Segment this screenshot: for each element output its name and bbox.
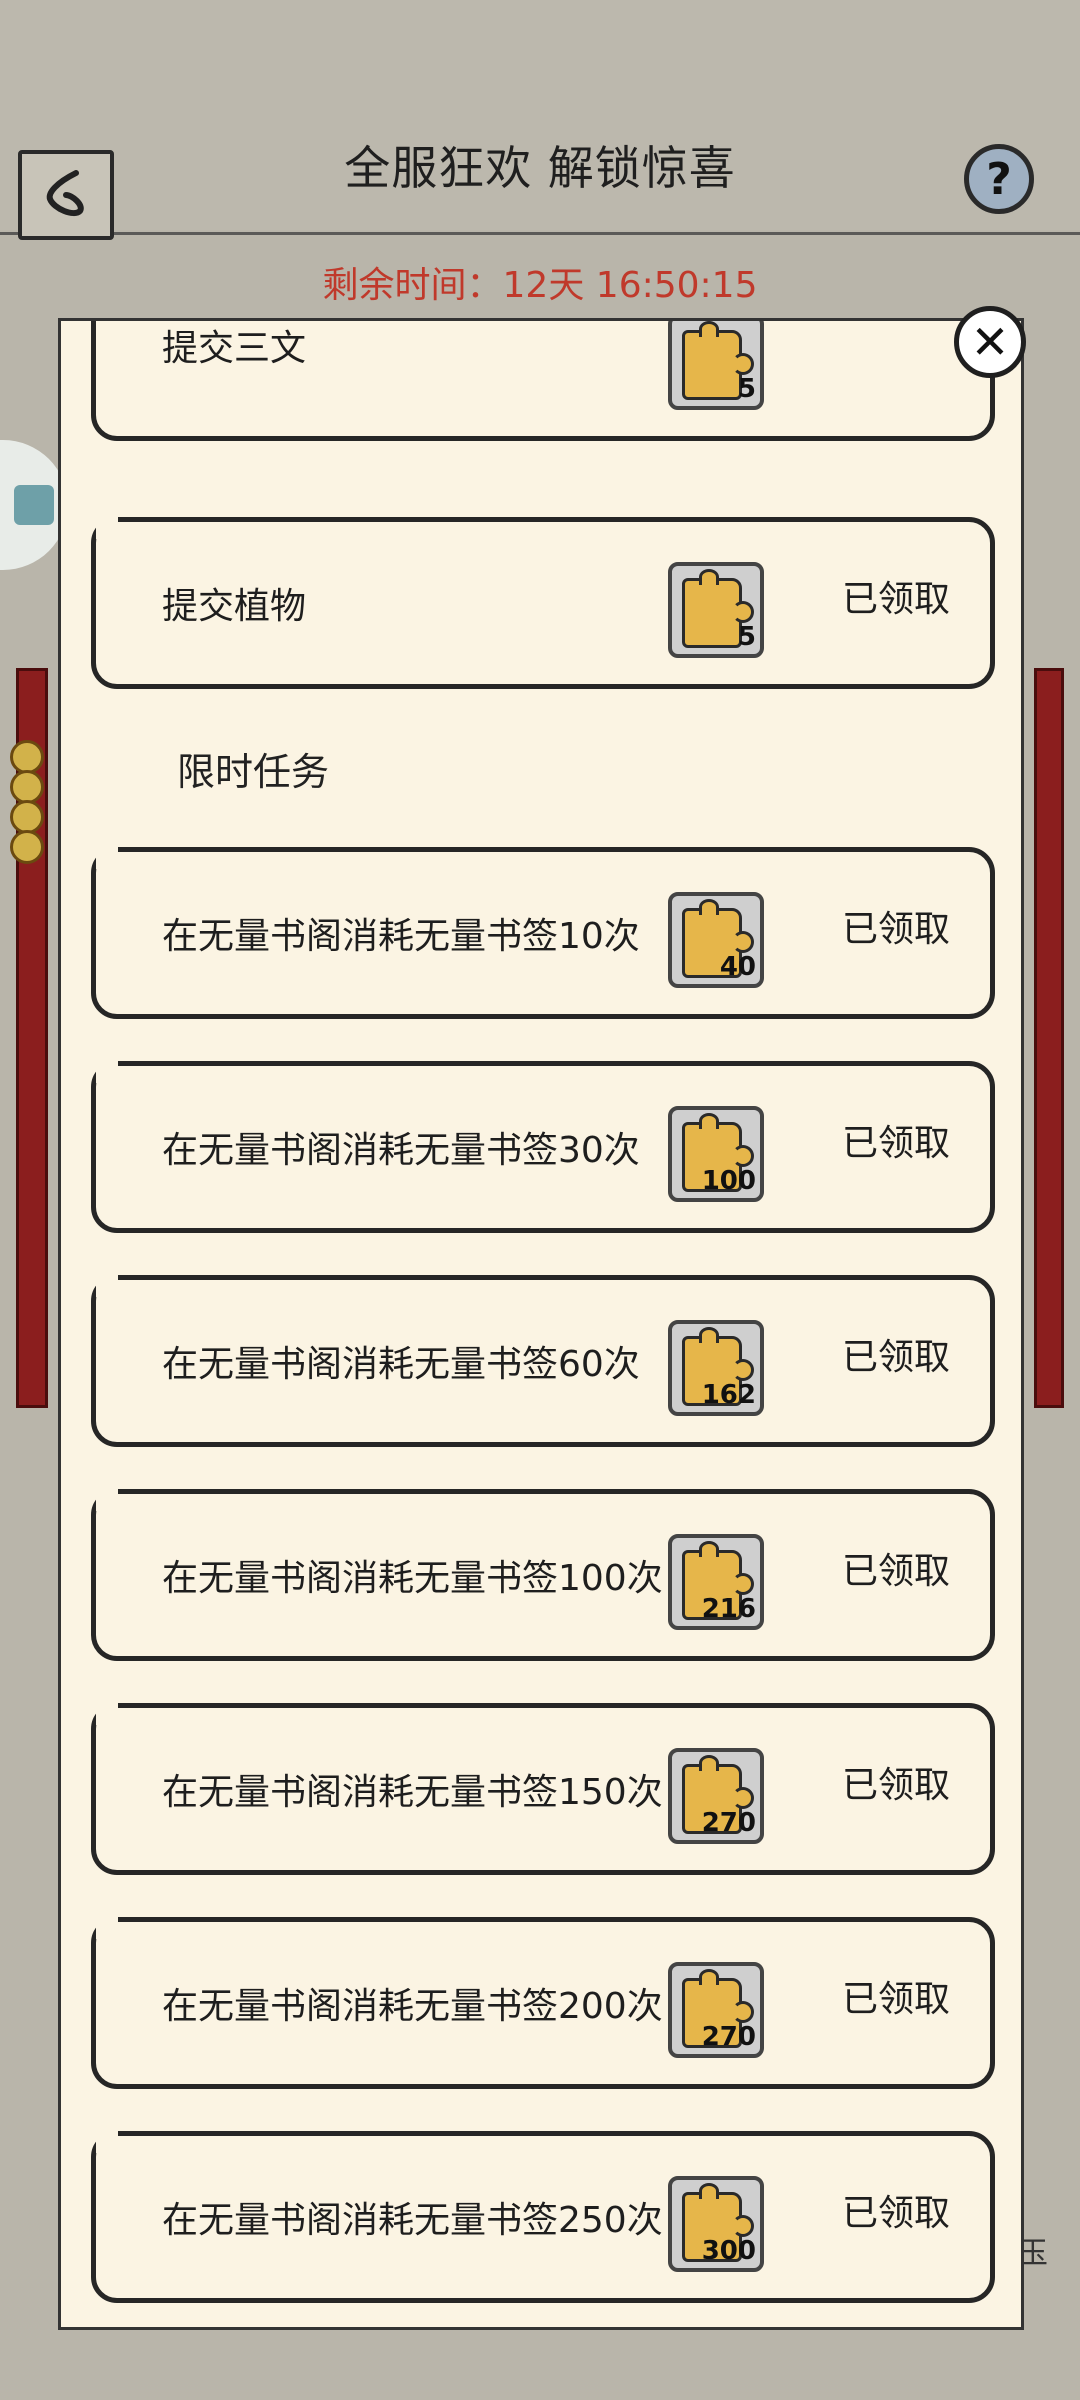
puzzle-piece-icon <box>682 321 754 400</box>
task-label: 在无量书阁消耗无量书签10次 <box>162 916 640 957</box>
reward-puzzle-icon[interactable]: 5 <box>668 562 764 658</box>
task-label: 在无量书阁消耗无量书签100次 <box>162 1558 663 1599</box>
header-divider <box>0 232 1080 235</box>
reward-puzzle-icon[interactable]: 162 <box>668 1320 764 1416</box>
right-scroll-decoration <box>1034 668 1064 1408</box>
task-card: 在无量书阁消耗无量书签30次 100 已领取 <box>91 1061 995 1233</box>
reward-quantity: 5 <box>737 374 756 404</box>
reward-quantity: 5 <box>737 622 756 652</box>
reward-puzzle-icon[interactable]: 270 <box>668 1962 764 2058</box>
claimed-status: 已领取 <box>841 909 950 950</box>
section-title-limited-tasks: 限时任务 <box>177 750 330 794</box>
coin-icon <box>10 800 44 834</box>
puzzle-piece-icon <box>682 569 754 648</box>
reward-quantity: 40 <box>719 952 756 982</box>
task-card: 在无量书阁消耗无量书签250次 300 已领取 <box>91 2131 995 2303</box>
coin-icon <box>10 770 44 804</box>
coin-icon <box>10 830 44 864</box>
reward-puzzle-icon[interactable]: 270 <box>668 1748 764 1844</box>
claimed-status: 已领取 <box>841 2193 950 2234</box>
task-label: 在无量书阁消耗无量书签150次 <box>162 1772 663 1813</box>
reward-quantity: 270 <box>701 1808 756 1838</box>
claimed-status: 已领取 <box>841 1979 950 2020</box>
page-title: 全服狂欢 解锁惊喜 <box>344 141 736 195</box>
claimed-status: 已领取 <box>841 1765 950 1806</box>
task-card: 在无量书阁消耗无量书签60次 162 已领取 <box>91 1275 995 1447</box>
task-card: 在无量书阁消耗无量书签100次 216 已领取 <box>91 1489 995 1661</box>
task-label: 在无量书阁消耗无量书签30次 <box>162 1130 640 1171</box>
reward-quantity: 216 <box>701 1594 756 1624</box>
task-card: 在无量书阁消耗无量书签150次 270 已领取 <box>91 1703 995 1875</box>
reward-puzzle-icon[interactable]: 40 <box>668 892 764 988</box>
claimed-status: 已领取 <box>841 579 950 620</box>
close-icon[interactable]: ✕ <box>954 306 1026 378</box>
reward-puzzle-icon: 5 <box>668 321 764 410</box>
help-icon[interactable]: ? <box>964 144 1034 214</box>
countdown-timer: 剩余时间：12天 16:50:15 <box>322 265 758 306</box>
task-label: 在无量书阁消耗无量书签250次 <box>162 2200 663 2241</box>
task-card: 在无量书阁消耗无量书签10次 40 已领取 <box>91 847 995 1019</box>
reward-quantity: 300 <box>701 2236 756 2266</box>
reward-puzzle-icon[interactable]: 300 <box>668 2176 764 2272</box>
task-panel: 提交三文 5 提交植物 5 已领取 限时任务 在无量书阁消耗无量书签10次 40… <box>58 318 1024 2330</box>
side-tab-icon <box>14 485 54 525</box>
reward-quantity: 162 <box>701 1380 756 1410</box>
task-card: 提交三文 5 <box>91 321 995 441</box>
claimed-status: 已领取 <box>841 1551 950 1592</box>
task-label: 提交植物 <box>162 586 307 627</box>
task-label: 提交三文 <box>162 328 307 369</box>
task-label: 在无量书阁消耗无量书签60次 <box>162 1344 640 1385</box>
reward-puzzle-icon[interactable]: 216 <box>668 1534 764 1630</box>
claimed-status: 已领取 <box>841 1337 950 1378</box>
task-card: 提交植物 5 已领取 <box>91 517 995 689</box>
reward-puzzle-icon[interactable]: 100 <box>668 1106 764 1202</box>
claimed-status: 已领取 <box>841 1123 950 1164</box>
reward-quantity: 270 <box>701 2022 756 2052</box>
reward-quantity: 100 <box>701 1166 756 1196</box>
task-card: 在无量书阁消耗无量书签200次 270 已领取 <box>91 1917 995 2089</box>
task-label: 在无量书阁消耗无量书签200次 <box>162 1986 663 2027</box>
coin-icon <box>10 740 44 774</box>
